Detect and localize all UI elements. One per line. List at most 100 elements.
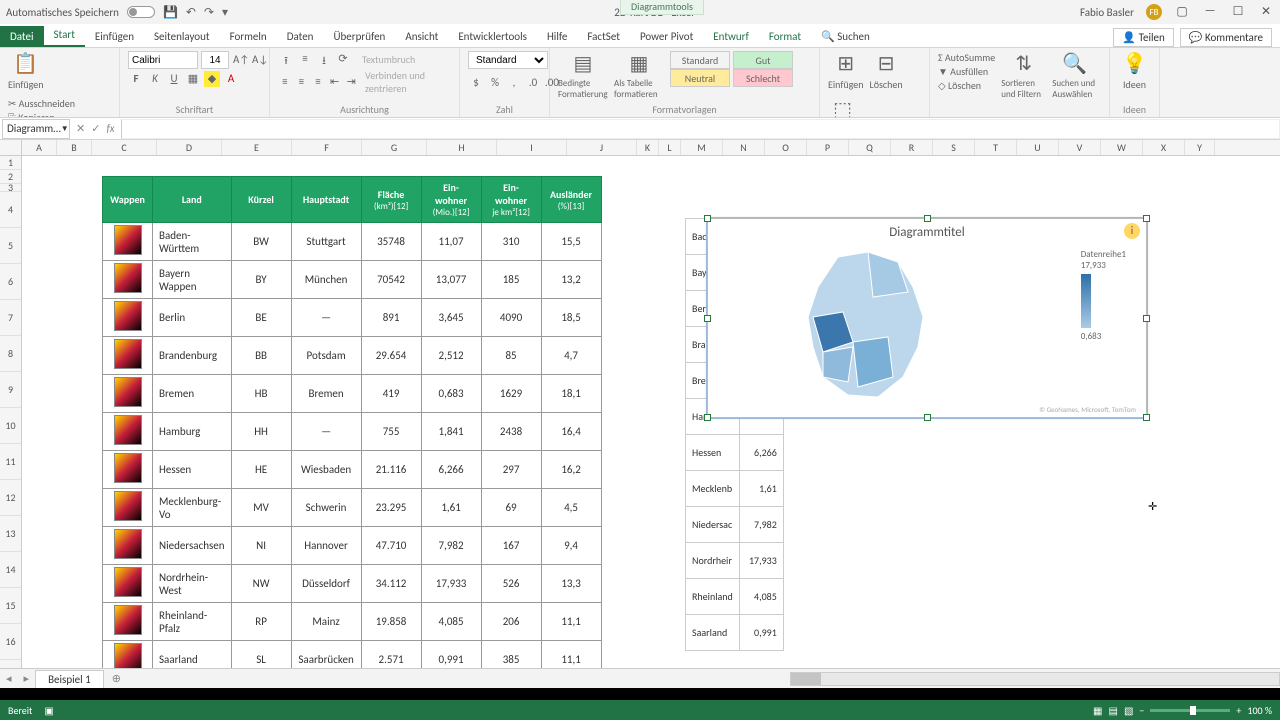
resize-handle[interactable]: [924, 215, 931, 222]
th-flaeche[interactable]: Fläche(km²)[12]: [361, 177, 421, 223]
col-header[interactable]: F: [292, 140, 362, 155]
macro-record-icon[interactable]: ▣: [44, 704, 53, 717]
table-row[interactable]: BerlinBE—8913,645409018,5: [103, 299, 602, 337]
col-header[interactable]: H: [427, 140, 497, 155]
ribbon-options-icon[interactable]: ▢: [1174, 4, 1190, 20]
table-row[interactable]: Baden-WürttemBWStuttgart3574811,0731015,…: [103, 223, 602, 261]
tab-view[interactable]: Ansicht: [395, 26, 448, 47]
border-icon[interactable]: ▦: [185, 71, 201, 87]
table-row[interactable]: Nordrheir17,933: [686, 543, 784, 579]
tab-help[interactable]: Hilfe: [537, 26, 577, 47]
format-cells-button[interactable]: ⬚Format: [828, 97, 857, 118]
zoom-out-icon[interactable]: −: [1139, 704, 1144, 717]
cancel-formula-icon[interactable]: ✕: [76, 122, 85, 135]
col-header[interactable]: K: [637, 140, 659, 155]
table-row[interactable]: Nordrhein-WestNWDüsseldorf34.11217,93352…: [103, 565, 602, 603]
tab-formulas[interactable]: Formeln: [220, 26, 277, 47]
table-row[interactable]: Mecklenb1,61: [686, 471, 784, 507]
minimize-icon[interactable]: —: [1202, 4, 1218, 20]
underline-icon[interactable]: U: [166, 71, 182, 87]
wrap-button[interactable]: Textumbruch: [362, 53, 415, 66]
table-row[interactable]: HessenHEWiesbaden21.1166,26629716,2: [103, 451, 602, 489]
col-header[interactable]: J: [567, 140, 637, 155]
table-row[interactable]: Saarland0,991: [686, 615, 784, 651]
chart-title[interactable]: Diagrammtitel: [708, 219, 1146, 240]
font-color-icon[interactable]: A: [223, 71, 239, 87]
resize-handle[interactable]: [1143, 315, 1150, 322]
sheet-nav-next-icon[interactable]: ▸: [18, 672, 36, 685]
th-ausl[interactable]: Ausländer(%)[13]: [541, 177, 601, 223]
orientation-icon[interactable]: ⟳: [335, 51, 351, 67]
style-neutral[interactable]: Neutral: [670, 69, 730, 87]
font-name-input[interactable]: [128, 51, 198, 69]
resize-handle[interactable]: [704, 414, 711, 421]
copy-button[interactable]: ⎘ Kopieren: [8, 111, 100, 118]
th-kuerzel[interactable]: Kürzel: [231, 177, 291, 223]
align-bottom-icon[interactable]: ⭳: [316, 51, 332, 67]
row-header[interactable]: 17: [0, 660, 22, 668]
row-header[interactable]: 6: [0, 264, 22, 300]
row-header[interactable]: 15: [0, 588, 22, 624]
row-header[interactable]: 16: [0, 624, 22, 660]
shrink-font-icon[interactable]: A↓: [251, 52, 267, 68]
bold-icon[interactable]: F: [128, 71, 144, 87]
table-row[interactable]: Rheinland4,085: [686, 579, 784, 615]
row-header[interactable]: 13: [0, 516, 22, 552]
th-wappen[interactable]: Wappen: [103, 177, 153, 223]
style-gut[interactable]: Gut: [733, 51, 793, 69]
view-break-icon[interactable]: ▧: [1124, 704, 1133, 717]
resize-handle[interactable]: [704, 215, 711, 222]
align-middle-icon[interactable]: ≡: [297, 51, 313, 67]
th-haupt[interactable]: Hauptstadt: [291, 177, 361, 223]
resize-handle[interactable]: [1143, 414, 1150, 421]
row-header[interactable]: 9: [0, 372, 22, 408]
table-row[interactable]: HamburgHH—7551,841243816,4: [103, 413, 602, 451]
autosave-toggle[interactable]: [127, 6, 155, 18]
table-row[interactable]: NiedersachsenNIHannover47.7107,9821679,4: [103, 527, 602, 565]
align-left-icon[interactable]: ≡: [278, 74, 292, 90]
view-layout-icon[interactable]: ▤: [1109, 704, 1118, 717]
table-row[interactable]: Rheinland-PfalzRPMainz19.8584,08520611,1: [103, 603, 602, 641]
merge-button[interactable]: Verbinden und zentrieren: [365, 69, 451, 95]
tab-format[interactable]: Format: [759, 26, 811, 47]
table-row[interactable]: Niedersac7,982: [686, 507, 784, 543]
col-header[interactable]: M: [681, 140, 723, 155]
table-row[interactable]: BrandenburgBBPotsdam29.6542,512854,7: [103, 337, 602, 375]
name-box[interactable]: Diagramm…▼: [2, 119, 70, 139]
user-avatar[interactable]: FB: [1146, 4, 1162, 20]
redo-icon[interactable]: ↷: [204, 5, 214, 20]
zoom-in-icon[interactable]: +: [1236, 704, 1241, 717]
sort-filter-button[interactable]: ⇅Sortieren und Filtern: [1001, 51, 1046, 100]
align-center-icon[interactable]: ≡: [295, 74, 309, 90]
col-header[interactable]: D: [157, 140, 222, 155]
find-select-button[interactable]: 🔍Suchen und Auswählen: [1052, 51, 1097, 100]
tab-start[interactable]: Start: [44, 24, 85, 47]
percent-icon[interactable]: %: [487, 75, 503, 91]
style-standard[interactable]: Standard: [670, 51, 730, 69]
fill-color-icon[interactable]: ◆: [204, 71, 220, 87]
col-header[interactable]: E: [222, 140, 292, 155]
row-header[interactable]: 12: [0, 480, 22, 516]
search-tab[interactable]: 🔍 Suchen: [811, 26, 880, 47]
col-header[interactable]: Y: [1185, 140, 1215, 155]
table-row[interactable]: BremenHBBremen4190,683162918,1: [103, 375, 602, 413]
align-top-icon[interactable]: ⭱: [278, 51, 294, 67]
user-name[interactable]: Fabio Basler: [1080, 6, 1134, 19]
row-header[interactable]: 8: [0, 336, 22, 372]
insert-cells-button[interactable]: ⊞Einfügen: [828, 51, 864, 91]
italic-icon[interactable]: K: [147, 71, 163, 87]
col-header[interactable]: O: [765, 140, 807, 155]
tab-dev[interactable]: Entwicklertools: [448, 26, 537, 47]
font-size-input[interactable]: [201, 51, 229, 69]
tab-design[interactable]: Entwurf: [703, 26, 759, 47]
row-header[interactable]: 14: [0, 552, 22, 588]
col-header[interactable]: A: [22, 140, 57, 155]
th-land[interactable]: Land: [153, 177, 232, 223]
row-header[interactable]: 11: [0, 444, 22, 480]
cut-button[interactable]: ✂ Ausschneiden: [8, 97, 100, 111]
col-header[interactable]: C: [92, 140, 157, 155]
row-header[interactable]: 10: [0, 408, 22, 444]
col-header[interactable]: B: [57, 140, 92, 155]
autosum-button[interactable]: Σ AutoSumme: [938, 51, 995, 65]
tab-layout[interactable]: Seitenlayout: [144, 26, 220, 47]
